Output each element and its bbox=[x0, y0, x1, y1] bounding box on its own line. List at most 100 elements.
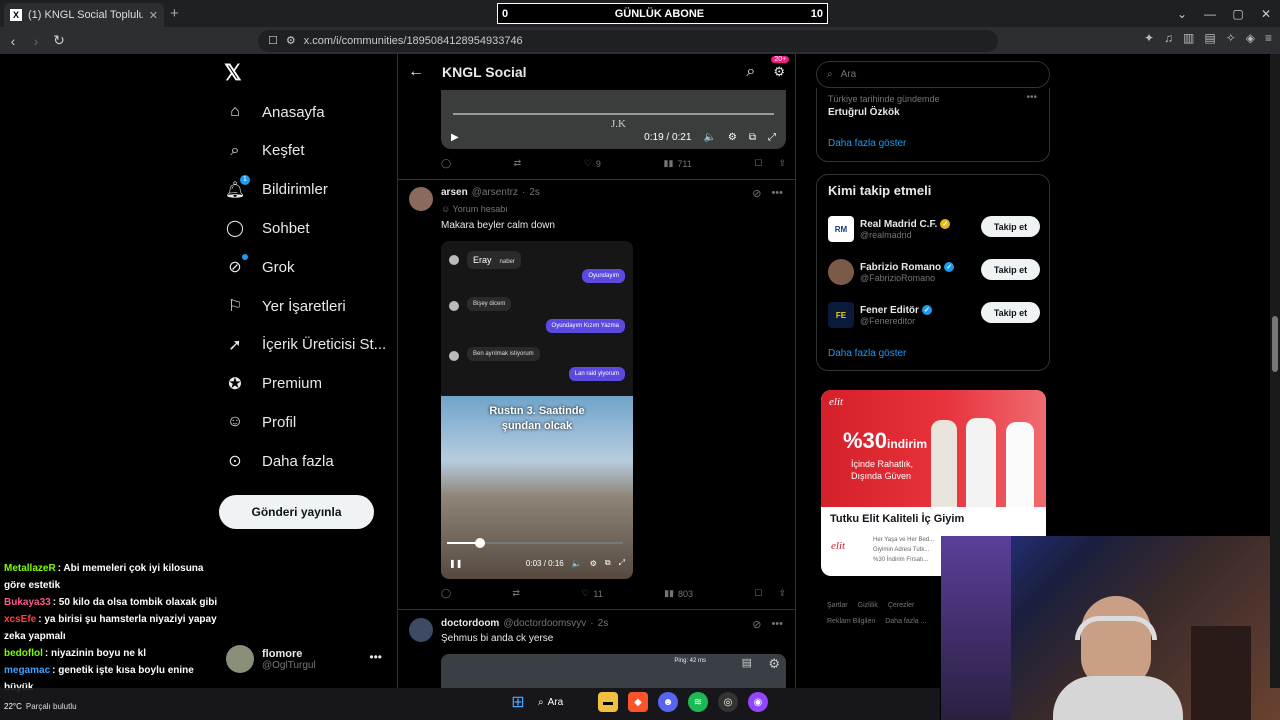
sidebar-item-10[interactable]: ⊙ Daha fazla bbox=[224, 442, 333, 480]
views-button[interactable]: ▮▮ 711 bbox=[664, 158, 692, 169]
file-explorer-icon[interactable]: ▬ bbox=[598, 692, 618, 712]
obs-icon[interactable]: ◉ bbox=[748, 692, 768, 712]
media-icon[interactable]: ♫ bbox=[1164, 31, 1173, 45]
author-name[interactable]: arsen bbox=[441, 187, 468, 198]
wallet-icon[interactable]: ▤ bbox=[1204, 31, 1215, 45]
volume-icon[interactable]: 🔈 bbox=[703, 132, 715, 143]
follow-suggestion[interactable]: RM Real Madrid C.F. ✓ @realmadrid Takip et bbox=[828, 213, 1040, 245]
sidebar-item-6[interactable]: ⚐ Yer İşaretleri bbox=[224, 287, 346, 325]
follow-button[interactable]: Takip et bbox=[981, 302, 1040, 323]
video-settings-icon[interactable]: ⚙ bbox=[728, 132, 737, 143]
video-progress-bar[interactable] bbox=[453, 113, 774, 115]
site-info-icon[interactable]: ⚙ bbox=[286, 34, 296, 47]
video-player[interactable]: J.K ▶ 0:19 / 0:21 🔈 ⚙ ⧉ ⤢ bbox=[441, 90, 786, 149]
follow-suggestion[interactable]: Fabrizio Romano ✓ @FabrizioRomano Takip et bbox=[828, 256, 1040, 288]
new-tab-icon[interactable]: + bbox=[170, 5, 179, 22]
author-name[interactable]: doctordoom bbox=[441, 618, 499, 629]
trend-name[interactable]: Ertuğrul Özkök bbox=[828, 107, 900, 118]
follow-suggestion[interactable]: FE Fener Editör ✓ @Fenereditor Takip et bbox=[828, 299, 1040, 331]
more-dots-icon[interactable]: ••• bbox=[771, 187, 783, 200]
extensions-icon[interactable]: ✦ bbox=[1144, 31, 1154, 45]
more-dots-icon[interactable]: ••• bbox=[1026, 92, 1037, 103]
pip-icon[interactable]: ⧉ bbox=[749, 132, 756, 143]
bookmark-page-icon[interactable]: ☐ bbox=[268, 34, 278, 47]
back-arrow-icon[interactable]: ← bbox=[408, 63, 424, 81]
volume-icon[interactable]: 🔈 bbox=[572, 559, 582, 568]
avatar[interactable] bbox=[409, 187, 433, 211]
show-more-link[interactable]: Daha fazla göster bbox=[828, 138, 906, 149]
taskbar-search[interactable]: ⌕ Ara bbox=[538, 692, 588, 712]
bookmark-icon[interactable]: ☐ bbox=[754, 158, 762, 169]
repost-icon[interactable]: ⇄ bbox=[514, 158, 522, 169]
sidebar-item-2[interactable]: ⌕ Keşfet bbox=[224, 132, 305, 170]
video-progress-bar[interactable] bbox=[447, 538, 623, 548]
share-icon[interactable]: ⇪ bbox=[778, 158, 786, 169]
more-dots-icon[interactable]: ••• bbox=[771, 618, 783, 631]
browser-tab[interactable]: X (1) KNGL Social Topluluk / X ✕ bbox=[4, 3, 164, 27]
reply-icon[interactable]: ◯ bbox=[441, 588, 451, 599]
follow-button[interactable]: Takip et bbox=[981, 216, 1040, 237]
maximize-icon[interactable]: ▢ bbox=[1224, 7, 1252, 21]
search-icon[interactable]: ⌕ bbox=[746, 63, 755, 81]
avatar[interactable] bbox=[409, 618, 433, 642]
video-player[interactable]: Eray naber Oyundayım Bişey dicem Oyundayım K… bbox=[441, 241, 633, 579]
video-player[interactable]: Ping: 42 ms ▤ ⚙ bbox=[441, 654, 786, 688]
reply-icon[interactable]: ◯ bbox=[441, 158, 451, 169]
leo-icon[interactable]: ✧ bbox=[1226, 31, 1236, 45]
account-switcher[interactable]: flomore @OglTurgul ••• bbox=[226, 644, 386, 674]
reload-icon[interactable]: ↻ bbox=[49, 32, 69, 49]
sidebar-icon[interactable]: ▥ bbox=[1183, 31, 1194, 45]
post-button[interactable]: Gönderi yayınla bbox=[219, 495, 374, 529]
sidebar-item-7[interactable]: ➚ İçerik Üreticisi St... bbox=[224, 326, 386, 364]
fullscreen-icon[interactable]: ⤢ bbox=[768, 132, 776, 143]
bookmark-icon[interactable]: ☐ bbox=[754, 588, 762, 599]
video-scrubber[interactable] bbox=[475, 538, 486, 548]
steam-icon[interactable]: ◎ bbox=[718, 692, 738, 712]
spotify-icon[interactable]: ≋ bbox=[688, 692, 708, 712]
menu-icon[interactable]: ≡ bbox=[1265, 31, 1272, 45]
discord-icon[interactable]: ☻ bbox=[658, 692, 678, 712]
fullscreen-icon[interactable]: ⤢ bbox=[619, 558, 625, 568]
close-tab-icon[interactable]: ✕ bbox=[149, 9, 158, 22]
repost-icon[interactable]: ⇄ bbox=[512, 588, 520, 599]
back-icon[interactable]: ‹ bbox=[3, 33, 23, 49]
page-scrollbar[interactable] bbox=[1270, 54, 1280, 688]
grok-explain-icon[interactable]: ⊘ bbox=[752, 618, 761, 631]
footer-link[interactable]: Gizlilik bbox=[858, 598, 878, 614]
url-field[interactable]: ☐ ⚙ x.com/i/communities/1895084128954933… bbox=[258, 29, 998, 52]
pause-icon[interactable]: ❚❚ bbox=[449, 559, 462, 568]
pip-icon[interactable]: ⧉ bbox=[605, 558, 611, 568]
vpn-icon[interactable]: ◈ bbox=[1246, 31, 1255, 45]
author-handle[interactable]: @arsentrz bbox=[472, 187, 518, 198]
x-logo[interactable]: 𝕏 bbox=[224, 60, 242, 86]
settings-icon[interactable]: ⚙ 20+ bbox=[771, 56, 790, 80]
sidebar-item-4[interactable]: ◯ Sohbet bbox=[224, 209, 310, 247]
views-button[interactable]: ▮▮ 803 bbox=[664, 588, 693, 599]
minimize-icon[interactable]: — bbox=[1196, 7, 1224, 21]
windows-start-icon[interactable]: ⊞ bbox=[508, 692, 528, 712]
show-more-link[interactable]: Daha fazla göster bbox=[828, 348, 906, 359]
author-handle[interactable]: @doctordoomsvyv bbox=[503, 618, 586, 629]
like-button[interactable]: ♡ 11 bbox=[581, 588, 602, 599]
grok-explain-icon[interactable]: ⊘ bbox=[752, 187, 761, 200]
share-icon[interactable]: ⇪ bbox=[778, 588, 786, 599]
post-time[interactable]: 2s bbox=[529, 187, 540, 198]
ad-title[interactable]: Tutku Elit Kaliteli İç Giyim bbox=[830, 513, 964, 525]
scrollbar-thumb[interactable] bbox=[1272, 316, 1278, 372]
tab-search-icon[interactable]: ⌄ bbox=[1168, 7, 1196, 21]
footer-link[interactable]: Çerezler bbox=[888, 598, 914, 614]
sidebar-item-8[interactable]: ✪ Premium bbox=[224, 365, 322, 403]
brave-browser-icon[interactable]: ◆ bbox=[628, 692, 648, 712]
footer-link[interactable]: Şartlar bbox=[827, 598, 848, 614]
window-close-icon[interactable]: ✕ bbox=[1252, 7, 1280, 21]
like-button[interactable]: ♡ 9 bbox=[584, 158, 601, 169]
follow-button[interactable]: Takip et bbox=[981, 259, 1040, 280]
video-settings-icon[interactable]: ⚙ bbox=[590, 559, 597, 568]
sidebar-item-3[interactable]: 🔔︎ 1 Bildirimler bbox=[224, 171, 328, 209]
weather-widget[interactable]: 22°C Parçalı bulutlu bbox=[4, 702, 77, 711]
search-input[interactable]: ⌕ Ara bbox=[816, 61, 1050, 88]
post-time[interactable]: 2s bbox=[598, 618, 609, 629]
sidebar-item-9[interactable]: ☺ Profil bbox=[224, 403, 296, 441]
play-icon[interactable]: ▶ bbox=[451, 132, 459, 143]
sidebar-item-5[interactable]: ⊘ Grok bbox=[224, 248, 295, 286]
